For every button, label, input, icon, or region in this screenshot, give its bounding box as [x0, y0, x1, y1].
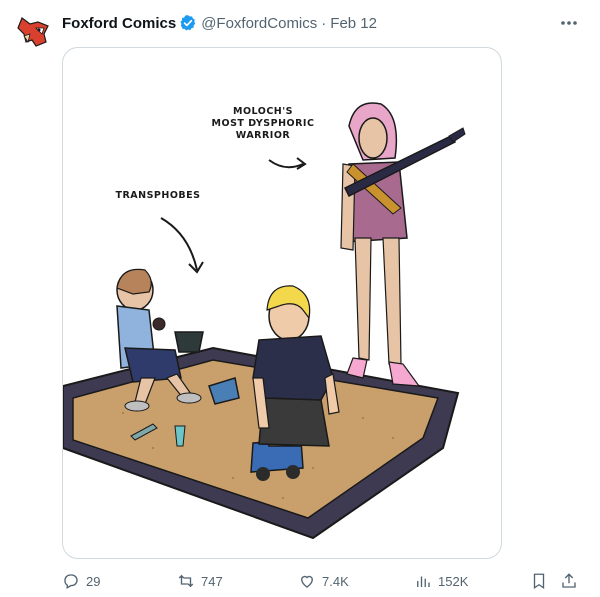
arrow-head-woman-drawing — [296, 157, 307, 170]
repost-button[interactable]: 747 — [177, 570, 223, 592]
moloch-label: MOLOCH'S MOST DYSPHORIC WARRIOR — [203, 106, 323, 142]
tweet-media-image[interactable]: MOLOCH'S MOST DYSPHORIC WARRIOR TRANSPHO… — [62, 47, 502, 559]
views-count: 152K — [438, 573, 469, 589]
repost-count: 747 — [201, 573, 223, 589]
moloch-label-line1: MOLOCH'S — [233, 106, 293, 117]
more-options-icon[interactable] — [556, 12, 582, 34]
reply-icon — [64, 574, 78, 589]
reply-button[interactable]: 29 — [62, 570, 100, 592]
avatar[interactable] — [14, 12, 54, 52]
tweet-actions-bar: 29 747 7.4K 152K — [62, 570, 590, 592]
like-count: 7.4K — [322, 573, 349, 589]
bookmark-button[interactable] — [530, 570, 554, 592]
arrow-to-girl-drawing — [160, 217, 198, 271]
moloch-label-line2: MOST DYSPHORIC — [211, 118, 315, 129]
repost-icon — [178, 574, 194, 588]
transphobes-label: TRANSPHOBES — [115, 190, 201, 201]
moloch-label-line3: WARRIOR — [235, 130, 291, 141]
reply-count: 29 — [86, 573, 101, 589]
verified-badge-icon — [179, 14, 197, 32]
views-button[interactable]: 152K — [414, 570, 468, 592]
heart-icon — [301, 575, 313, 588]
views-chart-icon — [417, 576, 430, 587]
author-name[interactable]: Foxford Comics — [62, 15, 176, 32]
author-handle[interactable]: @FoxfordComics — [201, 15, 317, 32]
tweet-date[interactable]: Feb 12 — [330, 15, 377, 32]
tweet-header: Foxford Comics @FoxfordComics · Feb 12 — [62, 12, 377, 34]
bookmark-icon — [533, 573, 545, 590]
fox-logo-icon — [17, 17, 49, 47]
like-button[interactable]: 7.4K — [298, 570, 349, 592]
armed-woman-figure-drawing — [340, 102, 466, 387]
share-icon — [562, 573, 576, 588]
arrow-to-woman-drawing — [268, 159, 304, 169]
separator-dot: · — [321, 14, 327, 32]
share-button[interactable] — [560, 570, 584, 592]
